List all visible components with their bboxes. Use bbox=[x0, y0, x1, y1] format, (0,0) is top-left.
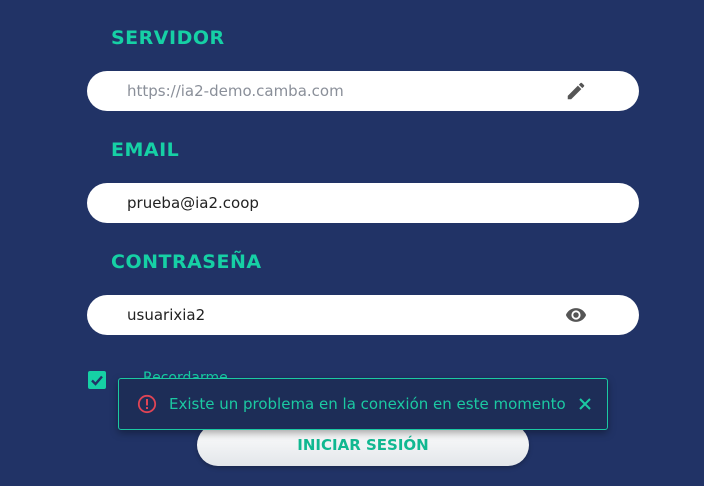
error-toast: Existe un problema en la conexión en est… bbox=[118, 378, 608, 430]
check-icon bbox=[91, 375, 103, 386]
error-icon bbox=[137, 394, 157, 414]
login-button[interactable]: INICIAR SESIÓN bbox=[197, 424, 529, 466]
password-input[interactable]: usuarixia2 bbox=[127, 306, 205, 324]
email-input[interactable]: prueba@ia2.coop bbox=[127, 194, 259, 212]
password-label: CONTRASEÑA bbox=[111, 251, 262, 273]
eye-icon[interactable] bbox=[565, 304, 587, 326]
server-input[interactable]: https://ia2-demo.camba.com bbox=[127, 82, 344, 100]
password-field[interactable]: usuarixia2 bbox=[87, 295, 639, 335]
server-field[interactable]: https://ia2-demo.camba.com bbox=[87, 71, 639, 111]
close-icon[interactable] bbox=[577, 396, 593, 412]
remember-checkbox[interactable] bbox=[88, 371, 106, 389]
pencil-icon[interactable] bbox=[565, 80, 587, 102]
email-label: EMAIL bbox=[111, 139, 180, 161]
email-field[interactable]: prueba@ia2.coop bbox=[87, 183, 639, 223]
server-label: SERVIDOR bbox=[111, 27, 225, 49]
toast-message: Existe un problema en la conexión en est… bbox=[169, 395, 566, 413]
